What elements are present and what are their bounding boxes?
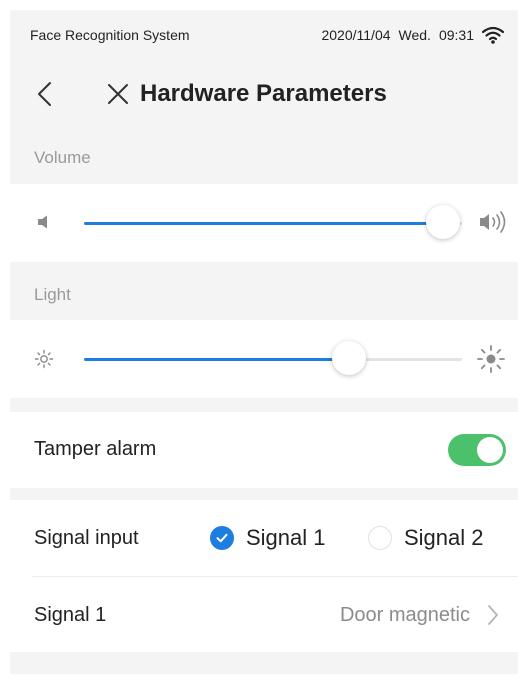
volume-section-label: Volume [34,148,91,167]
page-title: Hardware Parameters [140,80,387,107]
volume-slider[interactable] [84,205,462,239]
status-bar: Face Recognition System 2020/11/04 Wed. … [10,10,518,60]
signal-1-setting-label: Signal 1 [34,604,107,626]
signal-1-setting-value: Door magnetic [339,604,470,626]
tamper-alarm-row: Tamper alarm [10,412,518,488]
signal-1-radio[interactable]: Signal 1 [210,525,326,551]
wifi-icon [482,26,504,44]
volume-slider-thumb[interactable] [426,205,461,239]
status-date: 2020/11/04 [321,27,391,43]
volume-high-icon [480,211,506,233]
light-slider[interactable] [84,341,462,375]
signal-panel: Signal input Signal 1 Signal 2 Signal 1 … [10,500,518,652]
signal-2-radio[interactable]: Signal 2 [368,525,484,551]
signal-2-radio-label: Signal 2 [404,525,484,550]
radio-checked-icon [210,526,234,550]
tamper-alarm-label: Tamper alarm [34,438,157,460]
light-slider-fill [84,358,349,361]
screen: Face Recognition System 2020/11/04 Wed. … [10,10,518,674]
tamper-alarm-toggle[interactable] [448,434,506,466]
brightness-low-icon [34,349,54,369]
status-right: 2020/11/04 Wed. 09:31 [321,26,504,44]
light-slider-thumb[interactable] [331,341,366,375]
volume-panel [10,184,518,262]
radio-unchecked-icon [368,526,392,550]
app-name: Face Recognition System [30,27,190,43]
signal-1-radio-label: Signal 1 [246,525,326,550]
light-section-label: Light [34,285,71,304]
status-time: 09:31 [438,27,474,43]
status-weekday: Wed. [398,27,431,43]
toggle-knob [477,437,503,463]
light-panel [10,320,518,398]
back-icon[interactable] [32,80,60,108]
brightness-high-icon [477,345,505,373]
volume-low-icon [38,215,47,229]
chevron-right-icon [488,605,498,625]
close-icon[interactable] [106,82,130,106]
volume-slider-fill [84,222,444,225]
signal-1-setting-row[interactable]: Signal 1 Door magnetic [10,577,518,652]
signal-input-label: Signal input [34,527,139,549]
navbar: Hardware Parameters [10,68,518,118]
